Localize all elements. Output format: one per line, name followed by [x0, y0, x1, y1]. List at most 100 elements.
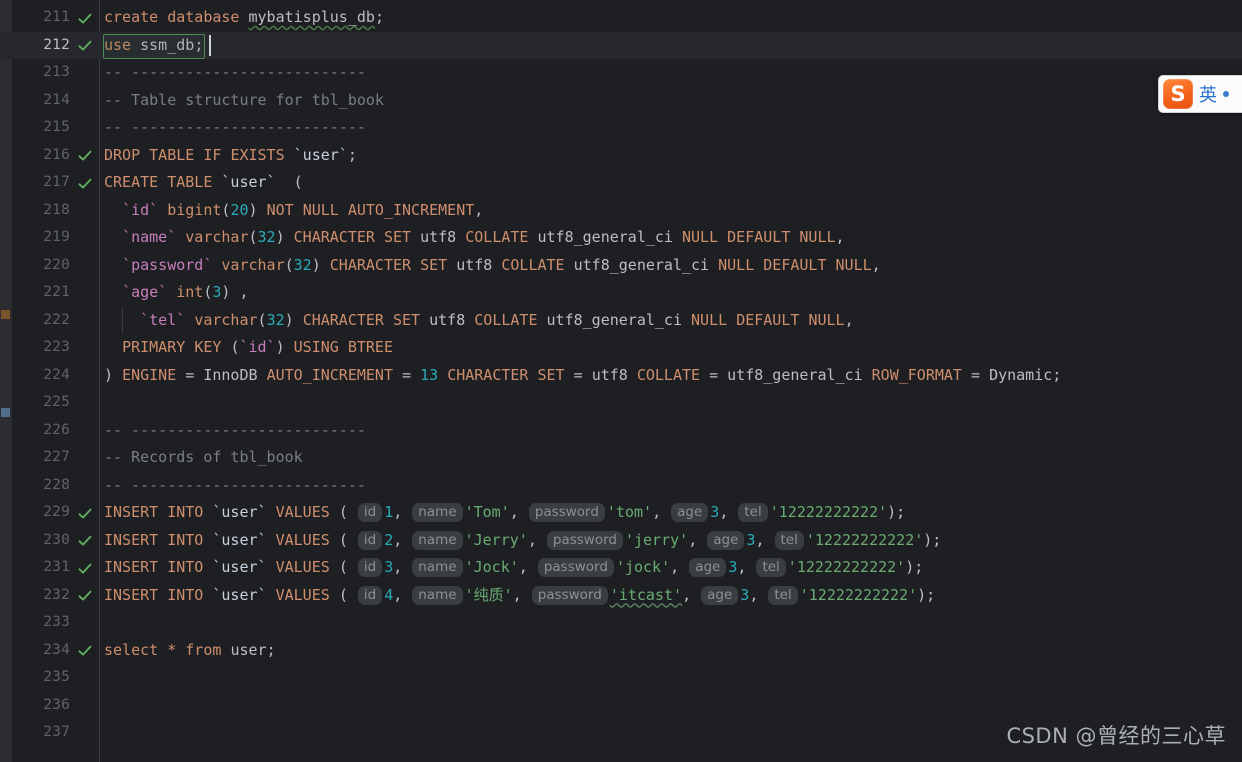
line-number: 236: [43, 696, 70, 713]
ime-separator-dot-icon: [1223, 91, 1229, 97]
editor-line-227[interactable]: 227 -- Records of tbl_book: [0, 444, 1242, 472]
line-number: 212: [43, 36, 70, 53]
code-text: PRIMARY KEY (`id`) USING BTREE: [122, 338, 393, 356]
inlay-hint: age: [689, 558, 727, 577]
line-executable-check-icon[interactable]: [76, 169, 94, 197]
line-number: 222: [43, 311, 70, 328]
editor-line-211[interactable]: 211 create database mybatisplus_db;: [0, 4, 1242, 32]
line-executable-check-icon[interactable]: [76, 554, 94, 582]
sogou-ime-toolbar[interactable]: S 英: [1158, 75, 1242, 113]
ime-mode-label[interactable]: 英: [1199, 81, 1217, 107]
editor-line-218[interactable]: 218 `id` bigint(20) NOT NULL AUTO_INCREM…: [0, 197, 1242, 225]
inlay-hint: id: [357, 558, 383, 577]
code-text: -- --------------------------: [104, 475, 366, 494]
line-number: 237: [43, 724, 70, 740]
line-number: 230: [43, 531, 70, 548]
code-text: create database mybatisplus_db;: [104, 8, 384, 26]
inlay-hint: name: [412, 585, 463, 605]
line-number: 231: [43, 559, 70, 575]
editor-line-234[interactable]: 234 select * from user;: [0, 637, 1242, 665]
line-number: 218: [43, 201, 70, 218]
line-number: 229: [43, 504, 70, 520]
editor-line-233[interactable]: 233: [0, 609, 1242, 637]
inlay-hint: name: [412, 530, 463, 550]
inlay-hint: password: [531, 585, 608, 605]
sogou-logo-icon[interactable]: S: [1163, 79, 1193, 109]
inlay-hint: tel: [756, 558, 786, 577]
line-number: 219: [43, 229, 70, 245]
line-number: 235: [43, 669, 70, 685]
code-text: INSERT INTO `user` VALUES ( id 3, name 'Jo…: [104, 558, 924, 577]
code-text: `password` varchar(32) CHARACTER SET utf…: [122, 255, 881, 274]
code-text: INSERT INTO `user` VALUES ( id 4, name '纯质…: [104, 585, 936, 605]
line-executable-check-icon[interactable]: [76, 637, 94, 665]
editor-line-224[interactable]: 224 ) ENGINE = InnoDB AUTO_INCREMENT = 13…: [0, 362, 1242, 390]
editor-line-236[interactable]: 236: [0, 692, 1242, 720]
editor-line-225[interactable]: 225: [0, 389, 1242, 417]
editor-line-219[interactable]: 219 `name` varchar(32) CHARACTER SET utf…: [0, 224, 1242, 252]
inlay-hint: tel: [738, 503, 768, 522]
inlay-hint: tel: [768, 585, 798, 605]
indent-guide: [122, 306, 123, 334]
line-executable-check-icon[interactable]: [76, 32, 94, 60]
editor-line-214[interactable]: 214 -- Table structure for tbl_book: [0, 87, 1242, 115]
code-text: `tel` varchar(32) CHARACTER SET utf8 COL…: [140, 310, 854, 329]
line-number: 215: [43, 119, 70, 135]
text-caret: [209, 34, 211, 56]
line-number: 224: [43, 366, 70, 383]
code-text: DROP TABLE IF EXISTS `user`;: [104, 145, 357, 164]
line-number: 211: [43, 9, 70, 25]
line-number: 220: [43, 256, 70, 273]
inlay-hint: id: [357, 530, 383, 550]
line-number: 228: [43, 476, 70, 493]
inlay-hint: id: [357, 503, 383, 522]
line-number: 223: [43, 339, 70, 355]
inlay-hint: id: [357, 585, 383, 605]
line-number: 234: [43, 641, 70, 658]
line-number: 226: [43, 421, 70, 438]
editor-line-228[interactable]: 228 -- --------------------------: [0, 472, 1242, 500]
editor-line-216[interactable]: 216 DROP TABLE IF EXISTS `user`;: [0, 142, 1242, 170]
inlay-hint: password: [537, 558, 614, 577]
editor-line-230[interactable]: 230 INSERT INTO `user` VALUES ( id 2, name…: [0, 527, 1242, 555]
line-number: 225: [43, 394, 70, 410]
inlay-hint: password: [546, 530, 623, 550]
line-number: 214: [43, 91, 70, 108]
code-text: INSERT INTO `user` VALUES ( id 1, name 'To…: [104, 503, 906, 522]
line-executable-check-icon[interactable]: [76, 527, 94, 555]
csdn-watermark: CSDN @曾经的三心草: [1006, 724, 1226, 748]
code-text: -- Table structure for tbl_book: [104, 90, 384, 109]
code-text: -- Records of tbl_book: [104, 448, 303, 466]
editor-line-229[interactable]: 229 INSERT INTO `user` VALUES ( id 1, name…: [0, 499, 1242, 527]
inlay-hint: age: [701, 585, 739, 605]
code-text: ) ENGINE = InnoDB AUTO_INCREMENT = 13 CH…: [104, 365, 1062, 384]
line-executable-check-icon[interactable]: [76, 582, 94, 610]
editor-line-212[interactable]: 212 use ssm_db;: [0, 31, 1242, 60]
sogou-logo-letter: S: [1170, 81, 1186, 106]
editor-line-232[interactable]: 232 INSERT INTO `user` VALUES ( id 4, name…: [0, 582, 1242, 610]
editor-line-222[interactable]: 222 `tel` varchar(32) CHARACTER SET utf8…: [0, 307, 1242, 335]
code-text: select * from user;: [104, 640, 276, 659]
code-text: -- --------------------------: [104, 118, 366, 136]
inlay-hint: age: [671, 503, 709, 522]
line-executable-check-icon[interactable]: [76, 499, 94, 527]
editor-line-213[interactable]: 213 -- --------------------------: [0, 59, 1242, 87]
inlay-hint: tel: [774, 530, 804, 550]
code-text: `age` int(3) ,: [122, 283, 249, 301]
editor-line-217[interactable]: 217 CREATE TABLE `user` (: [0, 169, 1242, 197]
editor-line-220[interactable]: 220 `password` varchar(32) CHARACTER SET…: [0, 252, 1242, 280]
editor-line-223[interactable]: 223 PRIMARY KEY (`id`) USING BTREE: [0, 334, 1242, 362]
line-executable-check-icon[interactable]: [76, 142, 94, 170]
inlay-hint: name: [412, 503, 463, 522]
code-text: -- --------------------------: [104, 420, 366, 439]
inlay-hint: password: [528, 503, 605, 522]
editor-line-231[interactable]: 231 INSERT INTO `user` VALUES ( id 3, name…: [0, 554, 1242, 582]
editor-line-215[interactable]: 215 -- --------------------------: [0, 114, 1242, 142]
code-text: INSERT INTO `user` VALUES ( id 2, name 'Je…: [104, 530, 942, 550]
line-number: 233: [43, 614, 70, 630]
editor-line-221[interactable]: 221 `age` int(3) ,: [0, 279, 1242, 307]
line-executable-check-icon[interactable]: [76, 4, 94, 32]
editor-line-226[interactable]: 226 -- --------------------------: [0, 417, 1242, 445]
editor-line-235[interactable]: 235: [0, 664, 1242, 692]
line-number: 216: [43, 146, 70, 163]
